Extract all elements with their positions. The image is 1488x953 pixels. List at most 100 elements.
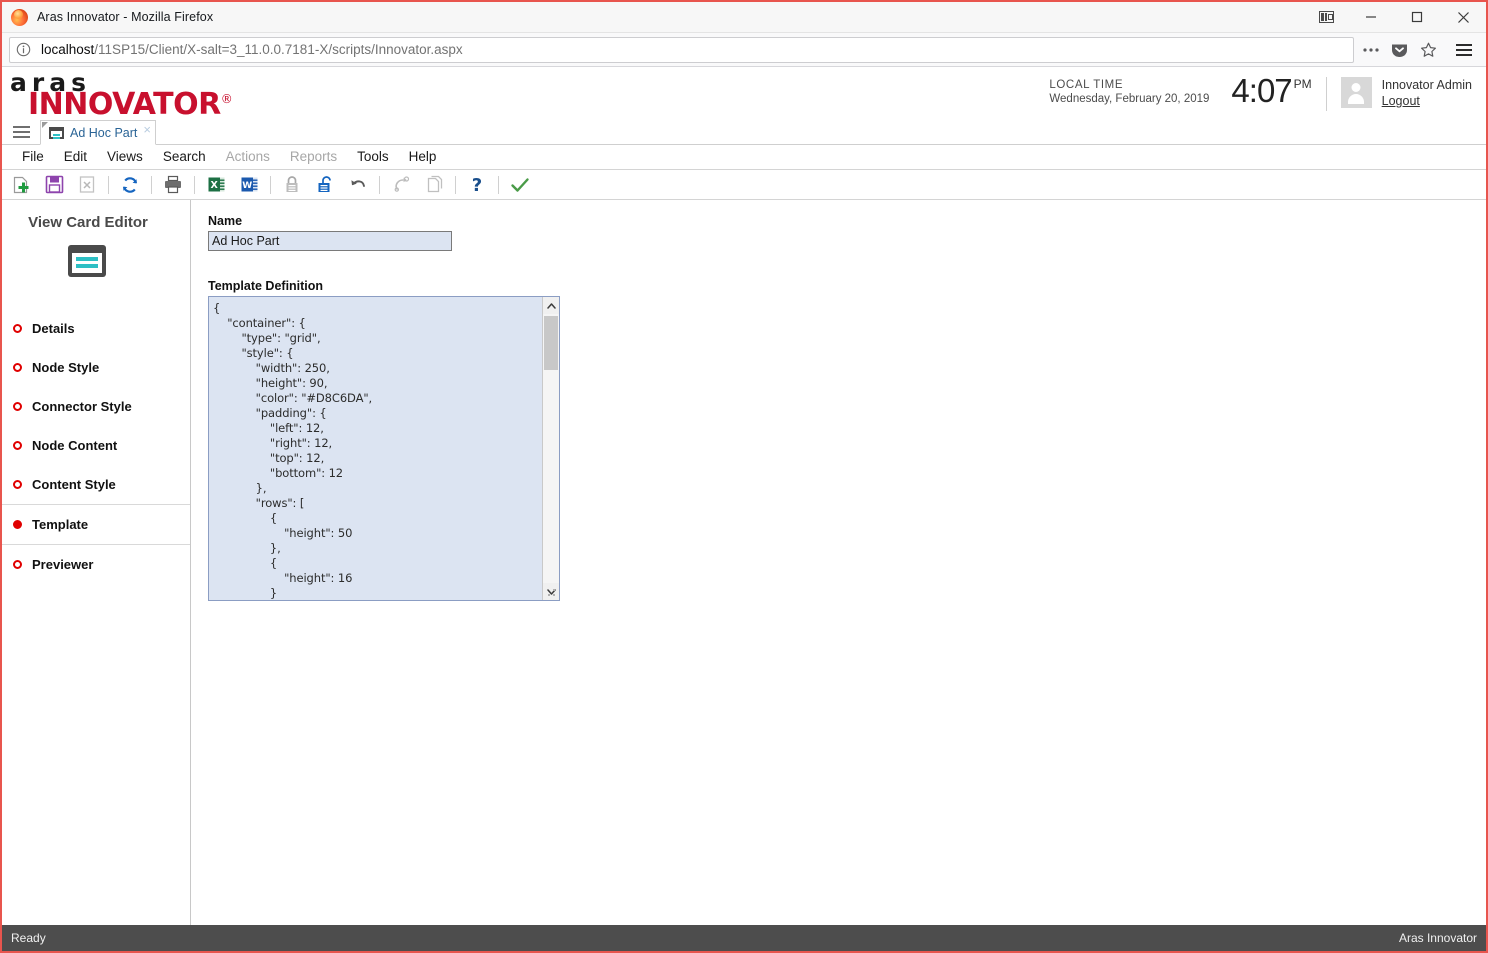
svg-text:?: ? [472,175,482,195]
hamburger-icon[interactable] [1449,37,1479,63]
maximize-button[interactable] [1394,2,1440,33]
aras-innovator-app: aras INNOVATOR® LOCAL TIME Wednesday, Fe… [2,67,1486,951]
menu-file[interactable]: File [12,145,54,169]
sidebar-item-node-style[interactable]: Node Style [2,348,190,387]
svg-text:W: W [242,181,252,191]
sidebar-item-label: Previewer [32,557,94,572]
user-info-bar: LOCAL TIME Wednesday, February 20, 2019 … [1049,72,1472,111]
registered-mark: ® [220,92,233,106]
sidebar-item-node-content[interactable]: Node Content [2,426,190,465]
url-path: /11SP15/Client/X-salt=3_11.0.0.7181-X/sc… [94,42,463,57]
menu-actions: Actions [225,149,270,164]
sidebar-item-previewer[interactable]: Previewer [2,545,190,584]
bullet-icon [13,520,22,529]
minimize-button[interactable] [1348,2,1394,33]
padlock-open-icon[interactable] [313,173,337,197]
bullet-icon [13,402,22,411]
main-menu-icon[interactable] [2,119,40,144]
scrollbar-thumb[interactable] [544,316,558,370]
ellipsis-icon[interactable] [1356,37,1385,63]
excel-icon[interactable]: X [204,173,228,197]
sidebar-nav-list: Details Node Style Connector Style Node … [2,309,190,584]
firefox-logo-icon [11,8,28,26]
close-button[interactable] [1440,2,1486,33]
sidebar-item-template[interactable]: Template [2,505,190,544]
refresh-circular-arrows-icon[interactable] [118,173,142,197]
toolbar-separator [108,175,109,194]
info-icon[interactable] [16,42,32,58]
tab-close-icon[interactable]: × [143,123,151,136]
menu-bar: File Edit Views Search Actions Reports T… [2,145,1486,170]
menu-help[interactable]: Help [399,145,447,169]
toolbar-separator [151,175,152,194]
floppy-save-icon[interactable] [42,173,66,197]
bullet-icon [13,560,22,569]
menu-edit[interactable]: Edit [54,145,97,169]
local-time-block: LOCAL TIME Wednesday, February 20, 2019 [1049,79,1209,105]
status-bar: Ready Aras Innovator [2,925,1486,951]
local-time-label: LOCAL TIME [1049,79,1124,91]
template-scrollbar[interactable] [542,297,559,600]
header-divider [1325,77,1327,111]
toolbar-separator [194,175,195,194]
question-mark-icon[interactable]: ? [465,173,489,197]
pocket-icon[interactable] [1385,37,1414,63]
logout-link[interactable]: Logout [1382,94,1472,108]
sidebar-item-label: Node Style [32,360,100,375]
menu-tools[interactable]: Tools [347,145,399,169]
sidebar-item-label: Template [32,517,89,532]
window-titlebar: Aras Innovator - Mozilla Firefox [2,2,1486,33]
name-input[interactable] [208,231,452,251]
sidebar-toggle-icon[interactable] [1304,2,1348,33]
logo-innovator-text: INNOVATOR® [28,87,233,122]
clock-block: 4:07 PM [1231,72,1312,109]
url-bar[interactable]: localhost/11SP15/Client/X-salt=3_11.0.0.… [9,36,1354,63]
sidebar-item-label: Content Style [32,477,116,492]
user-name: Innovator Admin [1381,78,1472,92]
menu-search[interactable]: Search [153,145,216,169]
star-icon[interactable] [1414,37,1443,63]
view-card-editor-sidebar: View Card Editor Details Node Style Conn… [2,200,191,925]
sidebar-item-connector-style[interactable]: Connector Style [2,387,190,426]
scrollbar-track[interactable] [543,314,559,583]
toolbar-separator [455,175,456,194]
template-form: Name Template Definition { "container": … [191,200,1486,925]
bullet-icon [13,480,22,489]
clock-time: 4:07 [1231,72,1292,109]
template-definition-text[interactable]: { "container": { "type": "grid", "style"… [209,297,542,600]
name-label: Name [208,214,243,228]
status-left-text: Ready [11,931,46,945]
bullet-icon [13,441,22,450]
scroll-up-icon[interactable] [543,297,559,314]
menu-reports: Reports [289,149,338,164]
window-controls [1304,2,1486,32]
template-definition-editor[interactable]: { "container": { "type": "grid", "style"… [208,296,560,601]
tab-ad-hoc-part[interactable]: Ad Hoc Part × [40,120,156,145]
card-icon [49,126,64,139]
sidebar-item-content-style[interactable]: Content Style [2,465,190,504]
app-body: View Card Editor Details Node Style Conn… [2,200,1486,925]
sidebar-item-label: Connector Style [32,399,132,414]
aras-innovator-logo: aras INNOVATOR® [10,70,233,122]
copy-pages-icon [422,173,446,197]
redo-arrow-icon [389,173,413,197]
undo-arrow-icon[interactable] [346,173,370,197]
firefox-window: Aras Innovator - Mozilla Firefox localho… [0,0,1488,953]
resize-grip-icon[interactable] [548,589,557,598]
new-document-plus-icon[interactable] [9,173,33,197]
avatar[interactable] [1340,77,1372,108]
tab-label: Ad Hoc Part [70,125,138,140]
printer-icon[interactable] [161,173,185,197]
template-definition-label: Template Definition [208,279,324,293]
padlock-closed-icon [280,173,304,197]
url-text: localhost/11SP15/Client/X-salt=3_11.0.0.… [41,42,463,57]
app-toolbar: X W ? [2,170,1486,200]
bullet-icon [13,363,22,372]
url-host: localhost [41,42,95,57]
tab-strip: Ad Hoc Part × [2,119,1486,145]
clock-ampm: PM [1293,77,1312,91]
checkmark-icon[interactable] [508,173,532,197]
sidebar-item-details[interactable]: Details [2,309,190,348]
word-icon[interactable]: W [237,173,261,197]
menu-views[interactable]: Views [97,145,153,169]
